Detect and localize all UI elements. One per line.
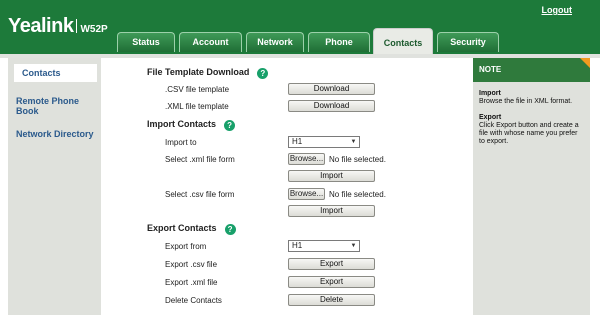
header-bar: Yealink W52P Logout Status Account Networ…: [0, 0, 600, 56]
select-xml-file-label: Select .xml file form: [165, 155, 235, 164]
import-to-label: Import to: [165, 138, 197, 147]
csv-file-status: No file selected.: [329, 190, 386, 199]
sidebar-item-remote-phone-book[interactable]: Remote Phone Book: [8, 96, 88, 116]
export-from-select[interactable]: H1 ▼: [288, 240, 360, 252]
export-from-value: H1: [292, 241, 303, 250]
tab-network[interactable]: Network: [246, 32, 304, 52]
tab-phone[interactable]: Phone: [308, 32, 370, 52]
delete-contacts-button[interactable]: Delete: [288, 294, 375, 306]
note-export-text: Click Export button and create a file wi…: [479, 122, 579, 145]
help-icon[interactable]: ?: [224, 224, 236, 235]
download-csv-template-button[interactable]: Download: [288, 83, 375, 95]
export-csv-label: Export .csv file: [165, 260, 218, 269]
section-title-export: Export Contacts?: [147, 223, 236, 235]
delete-contacts-label: Delete Contacts: [165, 296, 222, 305]
sidebar-item-contacts[interactable]: Contacts: [14, 64, 97, 82]
help-icon[interactable]: ?: [224, 120, 236, 131]
xml-template-label: .XML file template: [165, 102, 229, 111]
logo-divider: [76, 19, 78, 33]
tab-account[interactable]: Account: [179, 32, 242, 52]
logout-link[interactable]: Logout: [542, 5, 573, 15]
section-title-import-text: Import Contacts: [147, 119, 217, 129]
chevron-down-icon: ▼: [350, 139, 357, 145]
note-header: NOTE: [473, 58, 590, 82]
export-from-label: Export from: [165, 242, 207, 251]
corner-fold-icon: [580, 58, 590, 68]
chevron-down-icon: ▼: [350, 243, 357, 249]
section-title-template-text: File Template Download: [147, 67, 250, 77]
note-import-text: Browse the file in XML format.: [479, 98, 573, 105]
download-xml-template-button[interactable]: Download: [288, 100, 375, 112]
export-xml-label: Export .xml file: [165, 278, 218, 287]
section-title-import: Import Contacts?: [147, 119, 236, 131]
note-export-title: Export: [479, 114, 502, 121]
brand-model: W52P: [80, 24, 108, 35]
import-to-select[interactable]: H1 ▼: [288, 136, 360, 148]
note-spacer: [479, 106, 584, 114]
brand-name: Yealink: [8, 15, 74, 37]
sidebar: Contacts Remote Phone Book Network Direc…: [8, 58, 101, 315]
section-title-export-text: Export Contacts: [147, 223, 217, 233]
tab-security[interactable]: Security: [437, 32, 499, 52]
export-xml-button[interactable]: Export: [288, 276, 375, 288]
note-heading: NOTE: [479, 65, 502, 74]
import-csv-button[interactable]: Import: [288, 205, 375, 217]
note-panel: NOTE Import Browse the file in XML forma…: [473, 58, 590, 315]
note-import-title: Import: [479, 90, 501, 97]
sidebar-item-network-directory[interactable]: Network Directory: [8, 129, 101, 139]
browse-xml-button[interactable]: Browse...: [288, 153, 325, 165]
select-csv-file-label: Select .csv file form: [165, 190, 235, 199]
import-to-value: H1: [292, 137, 303, 146]
browse-csv-button[interactable]: Browse...: [288, 188, 325, 200]
xml-file-status: No file selected.: [329, 155, 386, 164]
section-title-template: File Template Download?: [147, 67, 269, 79]
help-icon[interactable]: ?: [257, 68, 269, 79]
export-csv-button[interactable]: Export: [288, 258, 375, 270]
import-xml-button[interactable]: Import: [288, 170, 375, 182]
csv-template-label: .CSV file template: [165, 85, 230, 94]
tab-contacts[interactable]: Contacts: [373, 28, 433, 54]
brand-logo: Yealink W52P: [8, 15, 108, 38]
note-body: Import Browse the file in XML format. Ex…: [473, 82, 590, 146]
tab-status[interactable]: Status: [117, 32, 175, 52]
